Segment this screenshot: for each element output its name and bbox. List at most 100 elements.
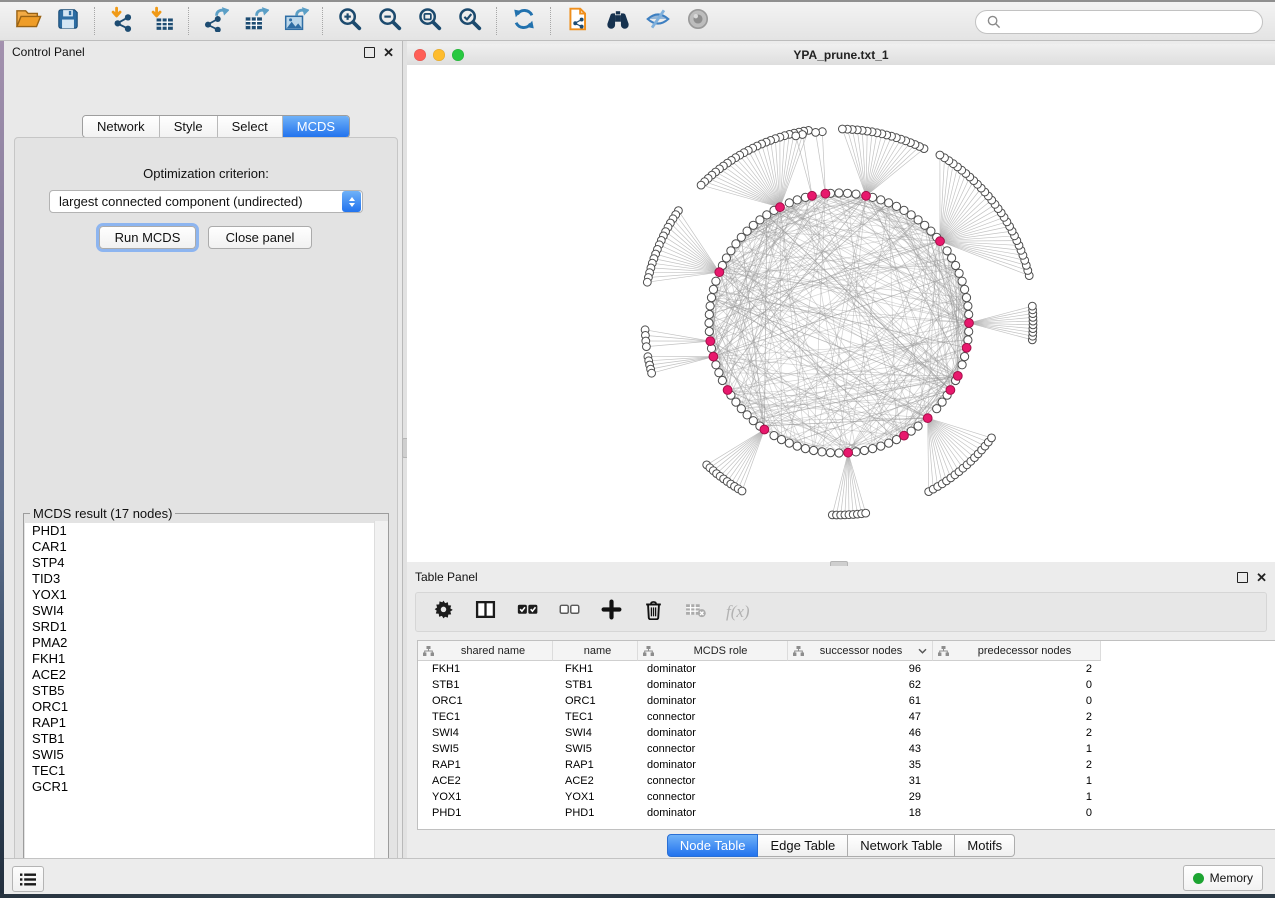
zoom-in-button[interactable]: [330, 5, 370, 37]
zoom-out-icon: [377, 6, 403, 37]
mcds-result-item[interactable]: PHD1: [25, 523, 387, 539]
table-row-SWI5[interactable]: SWI5SWI5connector431: [418, 741, 1275, 757]
mcds-result-item[interactable]: TEC1: [25, 763, 387, 779]
table-row-ORC1[interactable]: ORC1ORC1dominator610: [418, 693, 1275, 709]
delete-table-disabled-icon: [685, 599, 706, 625]
mcds-result-group: MCDS result (17 nodes) PHD1CAR1STP4TID3Y…: [23, 506, 389, 874]
float-table-panel-icon[interactable]: [1237, 572, 1248, 583]
column-header-name[interactable]: name: [553, 641, 638, 661]
tab-node-table[interactable]: Node Table: [667, 834, 759, 857]
export-table-button[interactable]: [236, 5, 276, 37]
tab-network[interactable]: Network: [83, 116, 160, 137]
cell-successor-nodes: 62: [788, 679, 933, 691]
table-row-PHD1[interactable]: PHD1PHD1dominator180: [418, 805, 1275, 821]
cell-shared-name: RAP1: [418, 759, 553, 771]
table-row-TEC1[interactable]: TEC1TEC1connector472: [418, 709, 1275, 725]
save-button[interactable]: [48, 5, 88, 37]
mcds-result-item[interactable]: FKH1: [25, 651, 387, 667]
import-network-button[interactable]: [102, 5, 142, 37]
cell-MCDS-role: dominator: [638, 679, 788, 691]
close-panel-button[interactable]: Close panel: [208, 226, 312, 249]
node-table: shared namenameMCDS rolesuccessor nodesp…: [417, 640, 1275, 830]
cell-shared-name: FKH1: [418, 663, 553, 675]
tab-motifs[interactable]: Motifs: [955, 834, 1015, 857]
mcds-result-item[interactable]: SWI5: [25, 747, 387, 763]
eye-disabled-button[interactable]: [678, 5, 718, 37]
task-history-button[interactable]: [12, 866, 44, 892]
cell-MCDS-role: connector: [638, 791, 788, 803]
cell-name: ACE2: [553, 775, 638, 787]
table-row-YOX1[interactable]: YOX1YOX1connector291: [418, 789, 1275, 805]
mcds-result-item[interactable]: TID3: [25, 571, 387, 587]
column-header-shared-name[interactable]: shared name: [418, 641, 553, 661]
network-graph[interactable]: [407, 65, 1275, 562]
cell-MCDS-role: connector: [638, 743, 788, 755]
tab-style[interactable]: Style: [160, 116, 218, 137]
eye-hidden-button[interactable]: [638, 5, 678, 37]
export-image-button[interactable]: [276, 5, 316, 37]
tab-mcds[interactable]: MCDS: [283, 116, 349, 137]
table-panel-tabs: Node TableEdge TableNetwork TableMotifs: [407, 834, 1275, 857]
mcds-result-item[interactable]: ACE2: [25, 667, 387, 683]
mcds-result-item[interactable]: SRD1: [25, 619, 387, 635]
search-input[interactable]: [975, 10, 1263, 34]
columns-button[interactable]: [474, 601, 496, 623]
close-table-panel-icon[interactable]: ✕: [1256, 573, 1267, 582]
mcds-list-scrollbar[interactable]: [374, 521, 388, 869]
table-row-RAP1[interactable]: RAP1RAP1dominator352: [418, 757, 1275, 773]
table-row-ACE2[interactable]: ACE2ACE2connector311: [418, 773, 1275, 789]
tab-select[interactable]: Select: [218, 116, 283, 137]
refresh-button[interactable]: [504, 5, 544, 37]
cell-MCDS-role: dominator: [638, 663, 788, 675]
deselect-all-button[interactable]: [558, 601, 580, 623]
column-header-MCDS-role[interactable]: MCDS role: [638, 641, 788, 661]
table-row-FKH1[interactable]: FKH1FKH1dominator962: [418, 661, 1275, 677]
column-header-successor-nodes[interactable]: successor nodes: [788, 641, 933, 661]
add-icon: [601, 599, 622, 625]
mcds-result-item[interactable]: RAP1: [25, 715, 387, 731]
mcds-result-item[interactable]: PMA2: [25, 635, 387, 651]
gear-button[interactable]: [432, 601, 454, 623]
mcds-result-item[interactable]: STB1: [25, 731, 387, 747]
table-panel-title: Table Panel: [415, 570, 1237, 584]
export-network-button[interactable]: [196, 5, 236, 37]
tab-edge-table[interactable]: Edge Table: [758, 834, 848, 857]
zoom-out-button[interactable]: [370, 5, 410, 37]
optimization-criterion-label: Optimization criterion:: [15, 166, 397, 181]
import-table-button[interactable]: [142, 5, 182, 37]
mcds-result-item[interactable]: STB5: [25, 683, 387, 699]
cell-MCDS-role: dominator: [638, 807, 788, 819]
folder-open-button[interactable]: [8, 5, 48, 37]
status-bar: Memory: [4, 858, 1275, 894]
delete-button[interactable]: [642, 601, 664, 623]
mcds-result-item[interactable]: STP4: [25, 555, 387, 571]
cell-shared-name: SWI4: [418, 727, 553, 739]
tab-network-table[interactable]: Network Table: [848, 834, 955, 857]
delete-table-disabled-button: [684, 601, 706, 623]
optimization-criterion-select[interactable]: largest connected component (undirected): [49, 190, 363, 213]
table-row-STB1[interactable]: STB1STB1dominator620: [418, 677, 1275, 693]
cell-successor-nodes: 47: [788, 711, 933, 723]
mcds-result-item[interactable]: YOX1: [25, 587, 387, 603]
mcds-result-item[interactable]: GCR1: [25, 779, 387, 795]
close-panel-icon[interactable]: ✕: [383, 48, 394, 57]
document-share-button[interactable]: [558, 5, 598, 37]
zoom-fit-button[interactable]: [410, 5, 450, 37]
mcds-result-list[interactable]: PHD1CAR1STP4TID3YOX1SWI4SRD1PMA2FKH1ACE2…: [25, 523, 387, 868]
run-mcds-button[interactable]: Run MCDS: [99, 226, 196, 249]
mcds-result-item[interactable]: SWI4: [25, 603, 387, 619]
memory-button[interactable]: Memory: [1183, 865, 1263, 891]
selected-option: largest connected component (undirected): [50, 194, 342, 209]
zoom-selected-button[interactable]: [450, 5, 490, 37]
mcds-result-title: MCDS result (17 nodes): [30, 506, 175, 521]
select-all-button[interactable]: [516, 601, 538, 623]
table-row-SWI4[interactable]: SWI4SWI4dominator462: [418, 725, 1275, 741]
mcds-result-item[interactable]: CAR1: [25, 539, 387, 555]
mcds-result-item[interactable]: ORC1: [25, 699, 387, 715]
network-canvas[interactable]: [407, 65, 1275, 562]
binoculars-button[interactable]: [598, 5, 638, 37]
add-button[interactable]: [600, 601, 622, 623]
column-header-predecessor-nodes[interactable]: predecessor nodes: [933, 641, 1101, 661]
zoom-in-icon: [337, 6, 363, 37]
float-window-icon[interactable]: [364, 47, 375, 58]
